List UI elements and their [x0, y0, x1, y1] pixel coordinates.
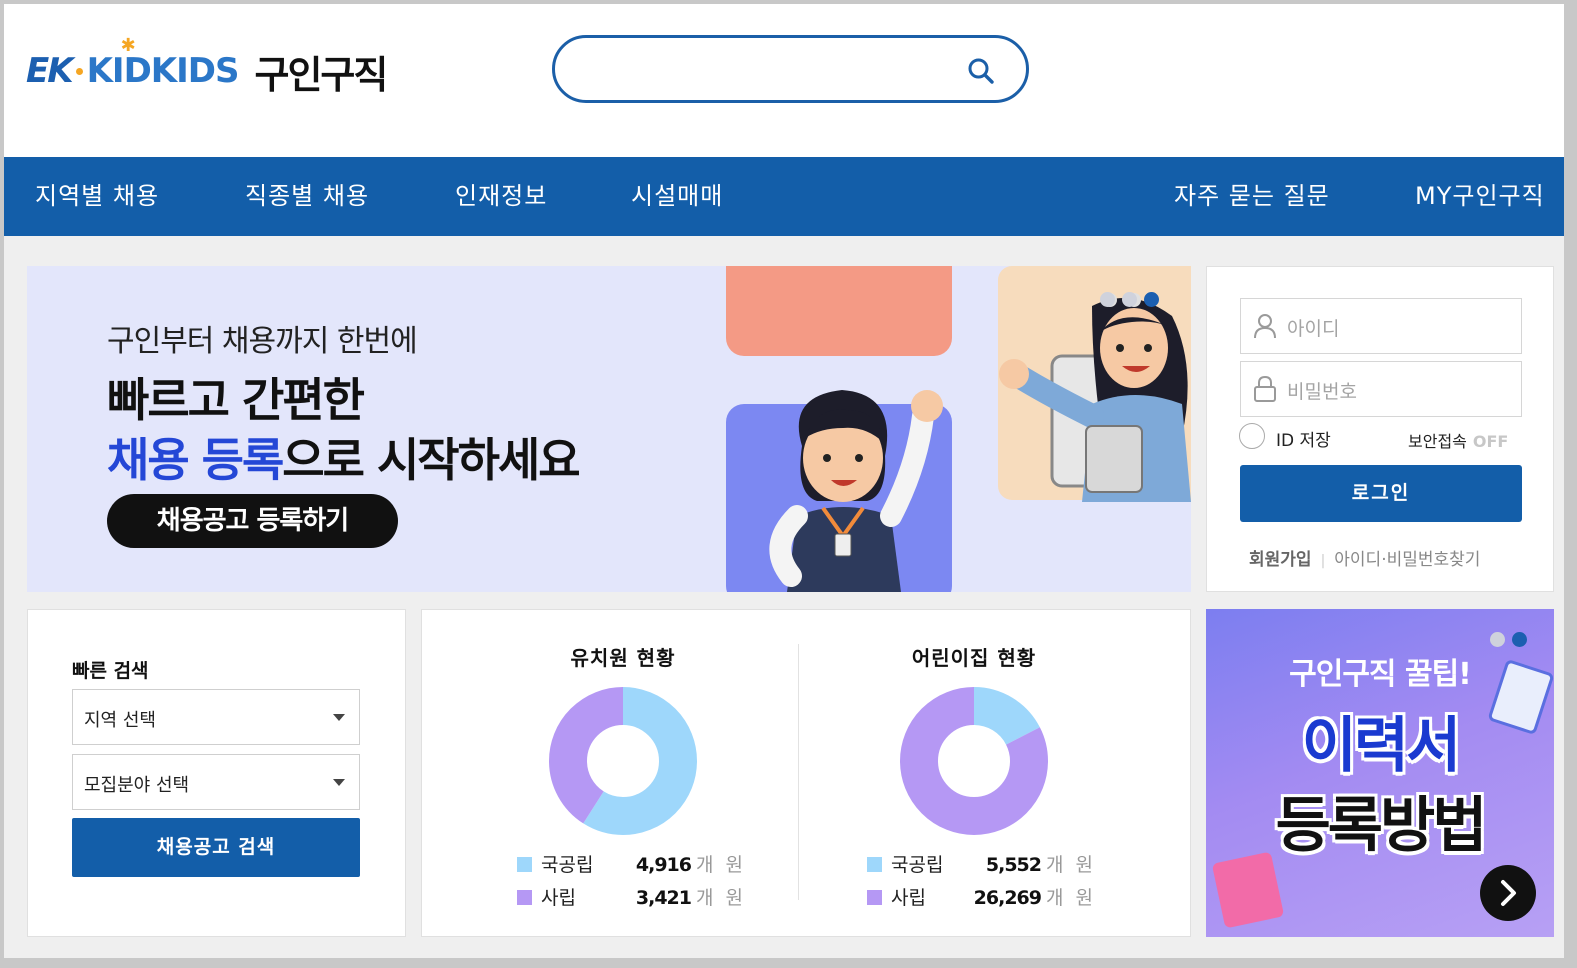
legend-unit: 개 원: [1046, 887, 1096, 909]
username-field[interactable]: 아이디: [1240, 298, 1522, 354]
banner-deco-block: [726, 266, 952, 356]
slide-dot[interactable]: [1100, 292, 1115, 307]
banner-line3: 채용 등록으로 시작하세요: [107, 424, 581, 490]
join-link[interactable]: 회원가입: [1249, 550, 1312, 570]
banner-line2: 빠르고 간편한: [107, 373, 365, 427]
pointing-character-illustration: [999, 293, 1191, 502]
logo-ek-text: EK: [26, 51, 74, 91]
legend-value: 3,421: [635, 887, 692, 909]
site-logo[interactable]: EK ✱ KIDKIDS 구인구직: [26, 35, 389, 100]
nav-item-faq[interactable]: 자주 묻는 질문: [1174, 157, 1330, 236]
login-panel: 아이디 비밀번호 ID 저장 보안접속 OFF 로그인 회원가입 | 아이디·비밀번호…: [1206, 266, 1554, 592]
password-field[interactable]: 비밀번호: [1240, 361, 1522, 417]
user-icon: [1254, 314, 1276, 339]
field-select-value: 모집분야 선택: [84, 775, 190, 796]
banner-line1: 구인부터 채용까지 한번에: [107, 324, 418, 359]
daycare-legend: 국공립 5,552 개 원 사립 26,269 개 원: [867, 849, 1096, 915]
legend-value: 4,916: [635, 854, 692, 876]
legend-row-public: 국공립 4,916 개 원: [517, 849, 746, 882]
tip-title-line1: 이력서: [1301, 711, 1462, 781]
search-input[interactable]: [552, 35, 1029, 103]
chevron-down-icon: [333, 714, 345, 721]
main-nav: 지역별 채용 직종별 채용 인재정보 시설매매 자주 묻는 질문 MY구인구직: [4, 157, 1564, 236]
private-swatch: [867, 890, 882, 905]
slide-dot[interactable]: [1122, 292, 1137, 307]
slide-dot[interactable]: [1490, 632, 1505, 647]
logo-subtitle: 구인구직: [254, 52, 389, 97]
secure-toggle[interactable]: 보안접속 OFF: [1408, 428, 1508, 452]
field-select[interactable]: 모집분야 선택: [72, 754, 360, 810]
stats-divider: [798, 644, 799, 900]
cheering-character-illustration: [769, 390, 943, 592]
site-header: EK ✱ KIDKIDS 구인구직: [4, 4, 1564, 157]
next-arrow-button[interactable]: [1480, 865, 1536, 921]
stats-panel: 유치원 현황 국공립 4,916 개 원 사립 3,421 개 원 어린이집 현황 국공…: [421, 609, 1191, 937]
chevron-down-icon: [333, 779, 345, 786]
chevron-right-icon: [1501, 880, 1516, 906]
banner-highlight: 채용 등록: [107, 433, 284, 487]
username-placeholder: 아이디: [1287, 318, 1340, 340]
public-swatch: [867, 857, 882, 872]
banner-cta-button[interactable]: 채용공고 등록하기: [107, 494, 398, 548]
secure-state: OFF: [1472, 432, 1509, 451]
save-id-checkbox[interactable]: [1239, 423, 1265, 449]
logo-dot: [75, 67, 83, 75]
secure-label: 보안접속: [1408, 432, 1467, 451]
link-separator: |: [1320, 553, 1326, 569]
kindergarten-legend: 국공립 4,916 개 원 사립 3,421 개 원: [517, 849, 746, 915]
slide-dot-active[interactable]: [1144, 292, 1159, 307]
tip-title-line2: 등록방법: [1275, 791, 1488, 861]
legend-name: 사립: [541, 887, 576, 909]
tip-subtitle: 구인구직 꿀팁!: [1289, 657, 1472, 692]
quick-search-panel: 빠른 검색 지역 선택 모집분야 선택 채용공고 검색: [27, 609, 406, 937]
logo-kidkids-label: KIDKIDS: [86, 51, 240, 91]
save-id-label: ID 저장: [1276, 431, 1331, 451]
legend-row-private: 사립 26,269 개 원: [867, 882, 1096, 915]
region-select-value: 지역 선택: [84, 710, 156, 731]
legend-unit: 개 원: [696, 854, 746, 876]
banner-line3-rest: 으로 시작하세요: [282, 433, 580, 487]
tip-banner[interactable]: 구인구직 꿀팁! 이력서 등록방법: [1206, 609, 1554, 937]
daycare-donut-chart: [900, 687, 1048, 835]
legend-value: 26,269: [973, 887, 1042, 909]
login-links: 회원가입 | 아이디·비밀번호찾기: [1249, 545, 1480, 570]
nav-item-my-page[interactable]: MY구인구직: [1415, 157, 1545, 236]
nav-item-region-jobs[interactable]: 지역별 채용: [35, 157, 159, 236]
legend-unit: 개 원: [696, 887, 746, 909]
legend-unit: 개 원: [1046, 854, 1096, 876]
legend-value: 5,552: [985, 854, 1042, 876]
legend-name: 국공립: [541, 854, 594, 876]
legend-name: 국공립: [891, 854, 944, 876]
kindergarten-donut-chart: [549, 687, 697, 835]
legend-row-private: 사립 3,421 개 원: [517, 882, 746, 915]
kindergarten-title: 유치원 현황: [570, 646, 676, 670]
logo-kidkids-text: ✱ KIDKIDS: [86, 35, 240, 91]
find-account-link[interactable]: 아이디·비밀번호찾기: [1334, 550, 1480, 570]
nav-item-facility-trade[interactable]: 시설매매: [631, 157, 723, 236]
slide-dot-active[interactable]: [1512, 632, 1527, 647]
public-swatch: [517, 857, 532, 872]
tip-slide-dots: [1490, 632, 1527, 647]
private-swatch: [517, 890, 532, 905]
daycare-title: 어린이집 현황: [911, 646, 1037, 670]
region-select[interactable]: 지역 선택: [72, 689, 360, 745]
banner-slide-dots: [1100, 292, 1159, 307]
page-frame: EK ✱ KIDKIDS 구인구직 지역별 채용 직종별 채용 인재정보 시설매매…: [4, 4, 1564, 958]
nav-item-talent-info[interactable]: 인재정보: [455, 157, 547, 236]
nav-item-job-type[interactable]: 직종별 채용: [245, 157, 369, 236]
legend-row-public: 국공립 5,552 개 원: [867, 849, 1096, 882]
hero-banner[interactable]: 구인부터 채용까지 한번에 빠르고 간편한 채용 등록으로 시작하세요 채용공고…: [27, 266, 1191, 592]
lock-icon: [1254, 376, 1276, 402]
job-search-button[interactable]: 채용공고 검색: [72, 818, 360, 877]
quick-search-title: 빠른 검색: [72, 660, 149, 682]
password-placeholder: 비밀번호: [1287, 381, 1357, 403]
legend-name: 사립: [891, 887, 926, 909]
login-button[interactable]: 로그인: [1240, 465, 1522, 522]
search-icon[interactable]: [966, 56, 996, 86]
logo-spark-icon: ✱: [120, 35, 136, 56]
